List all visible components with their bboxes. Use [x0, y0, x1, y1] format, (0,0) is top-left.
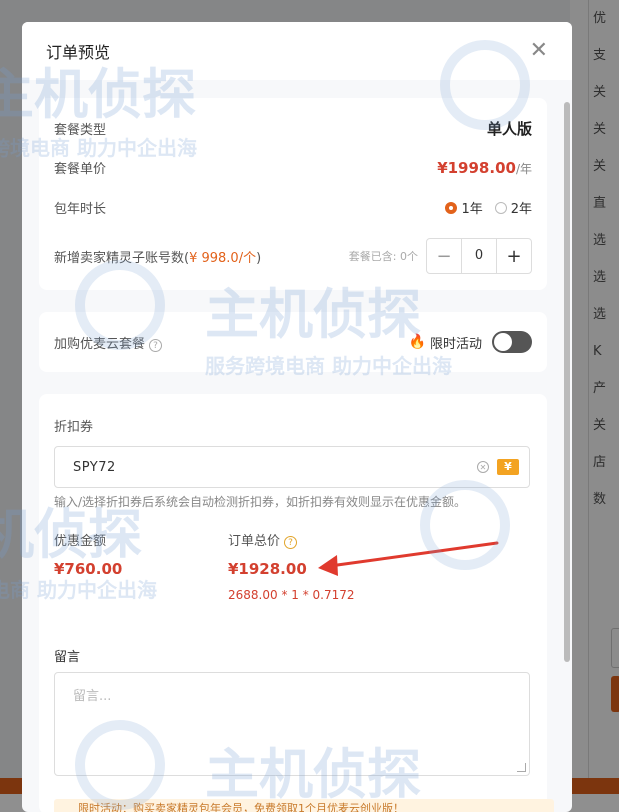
annotation-arrow-icon [318, 541, 499, 576]
order-preview-modal: 订单预览 ✕ 套餐类型 单人版 套餐单价 ¥1998.00/年 包年时长 1年 [22, 22, 572, 812]
